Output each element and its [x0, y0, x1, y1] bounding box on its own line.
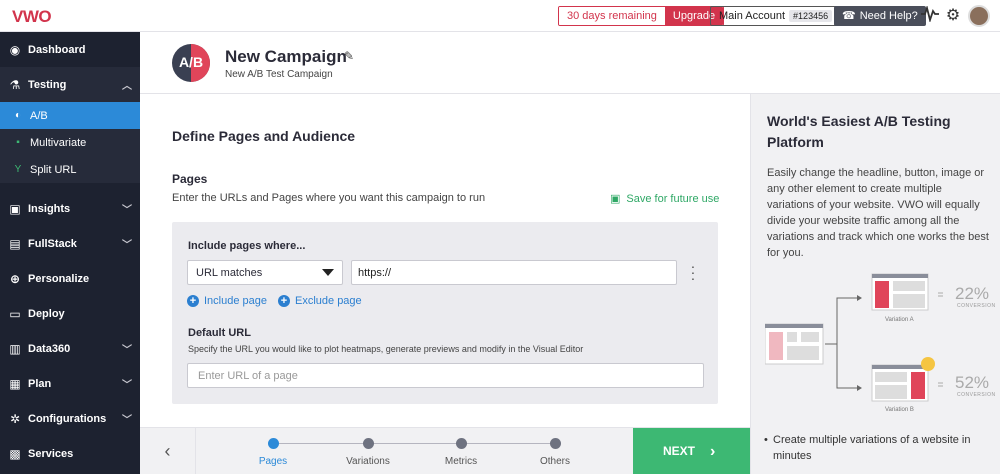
default-url-description: Specify the URL you would like to plot h… — [188, 344, 584, 354]
chevron-down-icon: ﹀ — [122, 240, 132, 251]
need-help-button[interactable]: ☎ Need Help? — [834, 6, 926, 26]
variation-a-percent: 22% — [955, 284, 990, 303]
caret-down-icon — [322, 269, 334, 276]
sidebar-item-split-url[interactable]: Y Split URL — [0, 156, 140, 183]
stack-icon: ▤ — [9, 236, 21, 251]
plus-circle-icon: + — [187, 295, 199, 307]
target-icon: ⊕ — [9, 271, 21, 286]
info-description: Easily change the headline, button, imag… — [767, 167, 989, 259]
ab-illustration: 22% CONVERSION Variation A 52% CONVERSIO… — [764, 270, 996, 420]
conversion-label: CONVERSION — [957, 392, 996, 398]
campaign-subtitle: New A/B Test Campaign — [225, 69, 333, 80]
vwo-logo[interactable]: VWO — [12, 7, 52, 27]
chevron-up-icon: ︿ — [122, 81, 132, 92]
pages-panel: Include pages where... URL matches ··· +… — [172, 222, 718, 404]
ab-test-badge: A/B — [172, 44, 210, 82]
chevron-down-icon: ﹀ — [122, 345, 132, 356]
campaign-title: New Campaign — [225, 47, 347, 66]
sidebar-item-plan[interactable]: ▦ Plan ﹀ — [0, 366, 140, 401]
url-match-select[interactable]: URL matches — [187, 260, 343, 285]
sidebar-item-multivariate[interactable]: ▪ Multivariate — [0, 129, 140, 156]
back-chevron-icon[interactable]: ‹ — [140, 428, 196, 474]
conversion-label: CONVERSION — [957, 303, 996, 309]
sidebar-item-deploy[interactable]: ▭ Deploy — [0, 296, 140, 331]
save-for-future-link[interactable]: ▣ Save for future use — [610, 192, 719, 205]
user-avatar[interactable] — [968, 5, 990, 27]
section-title: Define Pages and Audience — [172, 128, 356, 144]
sidebar-item-dashboard[interactable]: ◉ Dashboard — [0, 32, 140, 67]
url-input[interactable] — [351, 260, 677, 285]
save-disk-icon: ▣ — [610, 193, 621, 205]
step-others[interactable]: Others — [515, 438, 595, 467]
next-button[interactable]: NEXT › — [633, 428, 750, 474]
sidebar-item-ab[interactable]: ◐ A/B — [0, 102, 140, 129]
insights-icon: ▣ — [9, 201, 21, 216]
include-page-link[interactable]: + Include page — [187, 295, 267, 307]
variation-a-label: Variation A — [885, 317, 914, 323]
sidebar-testing-group: ⚗ Testing ︿ ◐ A/B ▪ Multivariate Y Split… — [0, 67, 140, 183]
settings-gear-icon[interactable]: ⚙ — [943, 6, 963, 26]
edit-pencil-icon[interactable]: ✎ — [344, 49, 354, 63]
sidebar-item-personalize[interactable]: ⊕ Personalize — [0, 261, 140, 296]
activity-icon[interactable] — [920, 4, 940, 26]
services-icon: ▩ — [9, 446, 21, 461]
chevron-down-icon: ﹀ — [122, 380, 132, 391]
dashboard-icon: ◉ — [9, 42, 21, 57]
sidebar: ◉ Dashboard ⚗ Testing ︿ ◐ A/B ▪ Multivar… — [0, 32, 140, 474]
chevron-right-icon: › — [710, 443, 716, 460]
more-options-icon[interactable]: · · · — [689, 259, 697, 285]
step-pages[interactable]: Pages — [233, 438, 313, 467]
step-variations[interactable]: Variations — [328, 438, 408, 467]
phone-icon: ☎ — [842, 10, 856, 22]
default-url-heading: Default URL — [188, 327, 251, 339]
split-icon: Y — [14, 164, 22, 175]
deploy-icon: ▭ — [9, 306, 21, 321]
account-name: Main Account — [719, 10, 786, 22]
chevron-down-icon: ﹀ — [122, 205, 132, 216]
info-bullet: Create multiple variations of a website … — [764, 432, 993, 464]
variation-b-label: Variation B — [885, 407, 914, 413]
include-pages-heading: Include pages where... — [188, 240, 306, 252]
grid-icon: ▪ — [16, 137, 20, 148]
pages-description: Enter the URLs and Pages where you want … — [172, 192, 486, 204]
plus-circle-icon: + — [278, 295, 290, 307]
exclude-page-link[interactable]: + Exclude page — [278, 295, 362, 307]
account-switcher[interactable]: Main Account #123456 — [710, 6, 842, 26]
account-id-badge: #123456 — [789, 10, 833, 22]
sidebar-item-insights[interactable]: ▣ Insights ﹀ — [0, 191, 140, 226]
sidebar-item-configurations[interactable]: ✲ Configurations ﹀ — [0, 401, 140, 436]
default-url-input[interactable] — [187, 363, 704, 388]
info-panel: World's Easiest A/B Testing Platform Eas… — [750, 94, 1000, 474]
pages-heading: Pages — [172, 172, 208, 186]
sidebar-item-services[interactable]: ▩ Services — [0, 436, 140, 471]
flask-icon: ⚗ — [9, 77, 21, 92]
trial-remaining-text: 30 days remaining — [559, 7, 665, 25]
campaign-header: A/B New Campaign ✎ New A/B Test Campaign — [140, 32, 1000, 94]
main-card: Define Pages and Audience Pages Enter th… — [140, 94, 750, 427]
variation-b-percent: 52% — [955, 373, 990, 392]
top-bar: VWO 30 days remaining Upgrade Main Accou… — [0, 0, 1000, 32]
sidebar-item-testing[interactable]: ⚗ Testing ︿ — [0, 67, 140, 102]
wizard-footer: ‹ Pages Variations Metrics Others NEXT › — [140, 427, 750, 474]
sidebar-item-fullstack[interactable]: ▤ FullStack ﹀ — [0, 226, 140, 261]
step-metrics[interactable]: Metrics — [421, 438, 501, 467]
ab-icon: ◐ — [14, 110, 22, 121]
chevron-down-icon: ﹀ — [122, 415, 132, 426]
plan-icon: ▦ — [9, 376, 21, 391]
gear-icon: ✲ — [9, 411, 21, 426]
info-title: World's Easiest A/B Testing Platform — [767, 113, 951, 150]
data-icon: ▥ — [9, 341, 21, 356]
trial-banner: 30 days remaining Upgrade — [558, 6, 725, 26]
sidebar-item-data360[interactable]: ▥ Data360 ﹀ — [0, 331, 140, 366]
